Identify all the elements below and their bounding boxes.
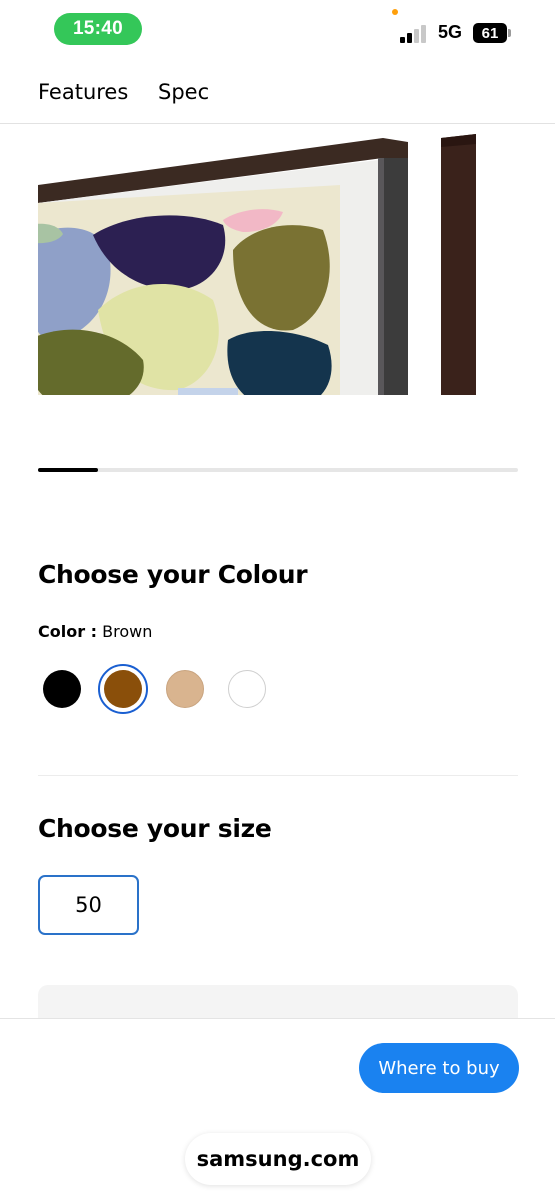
battery-icon: 61 [473, 23, 507, 43]
section-divider [38, 775, 518, 776]
carousel-active-segment [38, 468, 98, 472]
colour-section-heading: Choose your Colour [38, 560, 308, 589]
browser-url-bar[interactable]: samsung.com [185, 1133, 371, 1185]
size-section-heading: Choose your size [38, 814, 272, 843]
color-label-key: Color : [38, 622, 98, 641]
tab-spec[interactable]: Spec [158, 80, 209, 104]
swatch-black[interactable] [43, 670, 81, 708]
status-bar: 15:40 5G 61 [0, 0, 555, 60]
network-type: 5G [438, 22, 463, 42]
section-tabs: Features Spec [0, 62, 555, 124]
battery-tip [508, 29, 511, 37]
selected-color-label: Color : Brown [38, 622, 152, 641]
color-label-value: Brown [102, 622, 153, 641]
cellular-signal-icon [400, 23, 430, 43]
size-option-selected[interactable]: 50 [38, 875, 139, 935]
privacy-indicator-dot [392, 9, 398, 15]
tab-features[interactable]: Features [38, 80, 128, 104]
battery-level: 61 [481, 24, 499, 42]
swatch-white[interactable] [228, 670, 266, 708]
status-time: 15:40 [54, 13, 142, 45]
product-image[interactable] [38, 130, 483, 405]
image-carousel-indicator[interactable] [38, 468, 518, 472]
swatch-brown[interactable] [104, 670, 142, 708]
swatch-beige[interactable] [166, 670, 204, 708]
where-to-buy-button[interactable]: Where to buy [359, 1043, 519, 1093]
